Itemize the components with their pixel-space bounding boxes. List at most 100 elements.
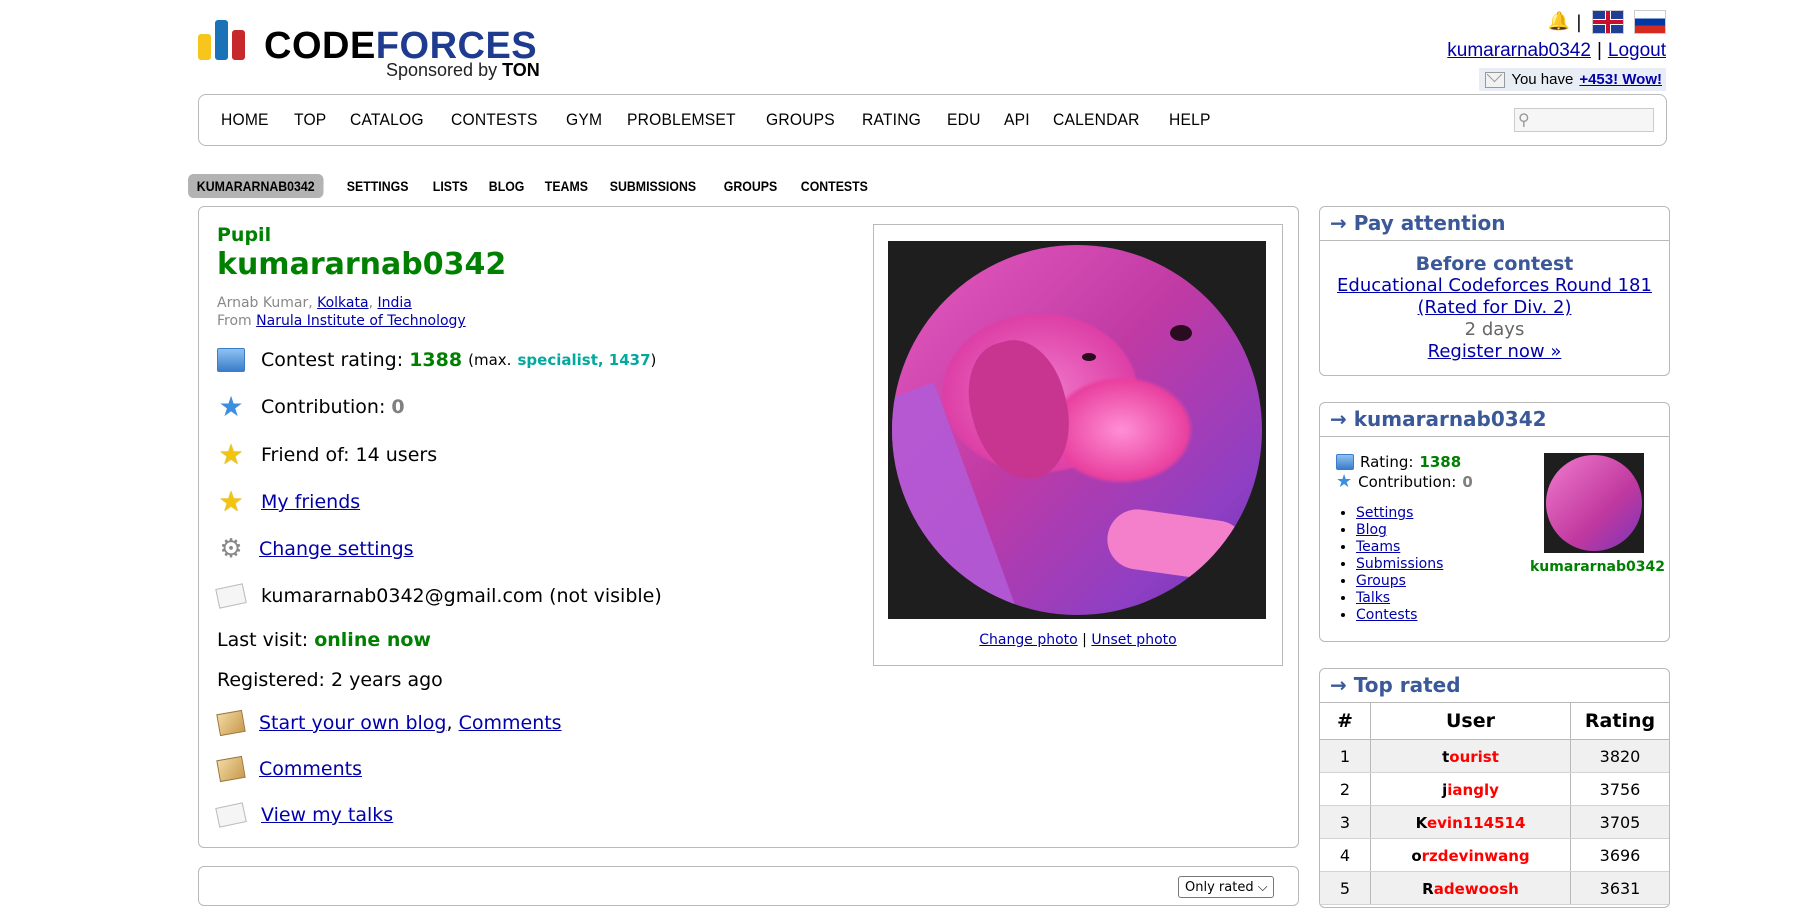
rank-cell: 4 (1320, 838, 1371, 872)
sidebar-link-item: Groups (1356, 573, 1443, 590)
menu-item-top[interactable]: TOP (294, 110, 326, 130)
sidebar-link-teams[interactable]: Teams (1356, 539, 1400, 555)
mail-text: You have (1511, 71, 1574, 88)
organization-link[interactable]: Narula Institute of Technology (256, 313, 466, 329)
search-input[interactable]: ⚲ (1514, 108, 1654, 132)
rating-cell: 3705 (1570, 805, 1669, 839)
rating-graph-box (198, 866, 1299, 906)
top-user-link[interactable]: orzdevinwang (1411, 847, 1529, 865)
submenu-item-teams[interactable]: TEAMS (536, 174, 597, 198)
top-rated-box: → Top rated # User Rating 1 tourist 3820 2 j… (1319, 668, 1670, 908)
codeforces-logo[interactable]: CODEFORCES Sponsored by TON (198, 18, 548, 82)
user-sidebar-title: → kumararnab0342 (1320, 403, 1669, 437)
rank-cell: 5 (1320, 871, 1371, 905)
top-user-link[interactable]: Radewoosh (1422, 880, 1519, 898)
only-rated-select[interactable]: Only rated ⌵ (1178, 876, 1274, 898)
user-sidebar-links: SettingsBlogTeamsSubmissionsGroupsTalksC… (1338, 505, 1443, 624)
menu-item-gym[interactable]: GYM (566, 110, 602, 130)
menu-item-catalog[interactable]: CATALOG (350, 110, 424, 130)
sidebar-rating-icon (1336, 454, 1354, 470)
rating-cell: 3631 (1570, 871, 1669, 905)
table-row: 5 Radewoosh 3631 (1320, 871, 1669, 905)
start-blog-link[interactable]: Start your own blog (259, 712, 447, 734)
sidebar-avatar[interactable] (1544, 453, 1644, 553)
submenu-item-kumararnab0342[interactable]: KUMARARNAB0342 (188, 174, 324, 198)
city-link[interactable]: Kolkata (317, 295, 368, 311)
sidebar-link-blog[interactable]: Blog (1356, 522, 1387, 538)
friends-star-icon: ★ (218, 485, 244, 518)
top-rated-title: → Top rated (1320, 669, 1669, 703)
user-handle: kumararnab0342 (217, 247, 507, 282)
pay-attention-title: → Pay attention (1320, 207, 1669, 241)
sidebar-rating: Rating: 1388 (1336, 453, 1461, 471)
sidebar-link-talks[interactable]: Talks (1356, 590, 1390, 606)
sidebar-link-contests[interactable]: Contests (1356, 607, 1417, 623)
sidebar-link-item: Submissions (1356, 556, 1443, 573)
user-cell: Kevin114514 (1370, 805, 1571, 839)
sidebar-link-groups[interactable]: Groups (1356, 573, 1406, 589)
submenu-item-settings[interactable]: SETTINGS (338, 174, 417, 198)
menu-item-rating[interactable]: RATING (862, 110, 921, 130)
english-flag-icon[interactable] (1592, 10, 1624, 34)
rank-cell: 3 (1320, 805, 1371, 839)
my-friends-row: ★ My friends (217, 488, 360, 516)
friend-of-row: ★ Friend of: 14 users (218, 438, 438, 471)
view-talks-link[interactable]: View my talks (261, 804, 393, 826)
sidebar-username[interactable]: kumararnab0342 (1530, 559, 1665, 575)
profile-photo (888, 241, 1266, 619)
countdown: 2 days (1464, 319, 1525, 340)
comments-link-2[interactable]: Comments (259, 758, 362, 780)
menu-item-edu[interactable]: EDU (947, 110, 981, 130)
register-now-link[interactable]: Register now » (1428, 341, 1562, 362)
submenu-item-blog[interactable]: BLOG (480, 174, 533, 198)
envelope-icon (1485, 71, 1506, 88)
before-contest-label: Before contest (1415, 253, 1574, 275)
comments-row: Comments (216, 755, 362, 783)
rating-chart-icon (217, 348, 245, 372)
menu-item-calendar[interactable]: CALENDAR (1053, 110, 1140, 130)
comments-link[interactable]: Comments (459, 712, 562, 734)
sidebar-link-settings[interactable]: Settings (1356, 505, 1413, 521)
bell-icon[interactable]: 🔔 (1548, 12, 1570, 32)
top-user-link[interactable]: jiangly (1442, 781, 1499, 799)
last-visit-row: Last visit: online now (217, 629, 431, 651)
menu-item-contests[interactable]: CONTESTS (451, 110, 538, 130)
country-link[interactable]: India (377, 295, 411, 311)
unset-photo-link[interactable]: Unset photo (1091, 632, 1176, 648)
logout-link[interactable]: Logout (1608, 40, 1666, 61)
my-friends-link[interactable]: My friends (261, 491, 360, 513)
change-settings-link[interactable]: Change settings (259, 538, 414, 560)
email-envelope-icon (215, 583, 247, 609)
contest-rating-value: 1388 (409, 349, 463, 371)
submenu-item-submissions[interactable]: SUBMISSIONS (601, 174, 705, 198)
user-cell: jiangly (1370, 772, 1571, 806)
user-links: kumararnab0342 | Logout (1447, 40, 1666, 61)
russian-flag-icon[interactable] (1634, 10, 1666, 34)
mail-count-link[interactable]: +453! Wow! (1579, 71, 1662, 88)
search-icon: ⚲ (1518, 110, 1530, 129)
menu-item-groups[interactable]: GROUPS (766, 110, 835, 130)
submenu-item-contests[interactable]: CONTESTS (792, 174, 877, 198)
top-user-link[interactable]: Kevin114514 (1416, 814, 1526, 832)
max-rating: specialist, 1437 (517, 351, 651, 369)
submenu-item-groups[interactable]: GROUPS (715, 174, 786, 198)
contest-link[interactable]: Educational Codeforces Round 181 (Rated … (1335, 275, 1655, 319)
comments-icon (216, 755, 246, 783)
photo-links: Change photo | Unset photo (979, 632, 1177, 648)
sidebar-star-icon: ★ (1336, 471, 1353, 492)
change-photo-link[interactable]: Change photo (979, 632, 1077, 648)
submenu-item-lists[interactable]: LISTS (424, 174, 477, 198)
menu-item-help[interactable]: HELP (1169, 110, 1211, 130)
menu-item-problemset[interactable]: PROBLEMSET (627, 110, 736, 130)
sidebar-link-submissions[interactable]: Submissions (1356, 556, 1443, 572)
user-sidebar-box: → kumararnab0342 Rating: 1388 ★ Contribut… (1319, 402, 1670, 642)
col-rank: # (1320, 703, 1371, 740)
header-username-link[interactable]: kumararnab0342 (1447, 40, 1591, 61)
menu-item-api[interactable]: API (1004, 110, 1030, 130)
rating-cell: 3696 (1570, 838, 1669, 872)
pay-attention-box: → Pay attention Before contest Education… (1319, 206, 1670, 376)
top-user-link[interactable]: tourist (1442, 748, 1499, 766)
header-icons: 🔔 | (1548, 10, 1666, 34)
divider: | (1575, 11, 1582, 33)
menu-item-home[interactable]: HOME (221, 110, 269, 130)
